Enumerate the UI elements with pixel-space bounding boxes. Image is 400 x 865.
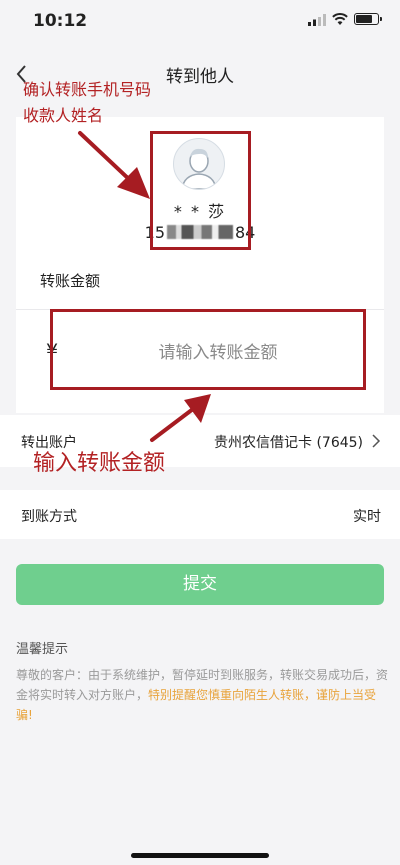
- submit-button[interactable]: 提交: [16, 564, 384, 605]
- annotation-confirm-line1: 确认转账手机号码: [23, 80, 152, 99]
- chevron-right-icon: [372, 434, 381, 448]
- arrival-method-label: 到账方式: [21, 509, 77, 525]
- arrival-method-value: 实时: [353, 509, 381, 525]
- amount-highlight-box: [50, 309, 366, 390]
- status-time: 10:12: [33, 11, 88, 31]
- tips-text: 尊敬的客户：由于系统维护，暂停延时到账服务，转账交易成功后，资金将实时转入对方账…: [16, 665, 388, 725]
- wifi-icon: [332, 13, 348, 25]
- amount-label: 转账金额: [40, 272, 101, 290]
- transfer-account-value: 贵州农信借记卡 (7645): [214, 435, 364, 451]
- cellular-signal-icon: [308, 14, 326, 26]
- recipient-highlight-box: [150, 131, 251, 250]
- annotation-confirm-line2: 收款人姓名: [23, 106, 104, 125]
- home-indicator: [131, 853, 269, 858]
- battery-icon: [354, 13, 382, 25]
- tips-title: 温馨提示: [16, 642, 69, 657]
- annotation-input-amount: 输入转账金额: [33, 451, 166, 476]
